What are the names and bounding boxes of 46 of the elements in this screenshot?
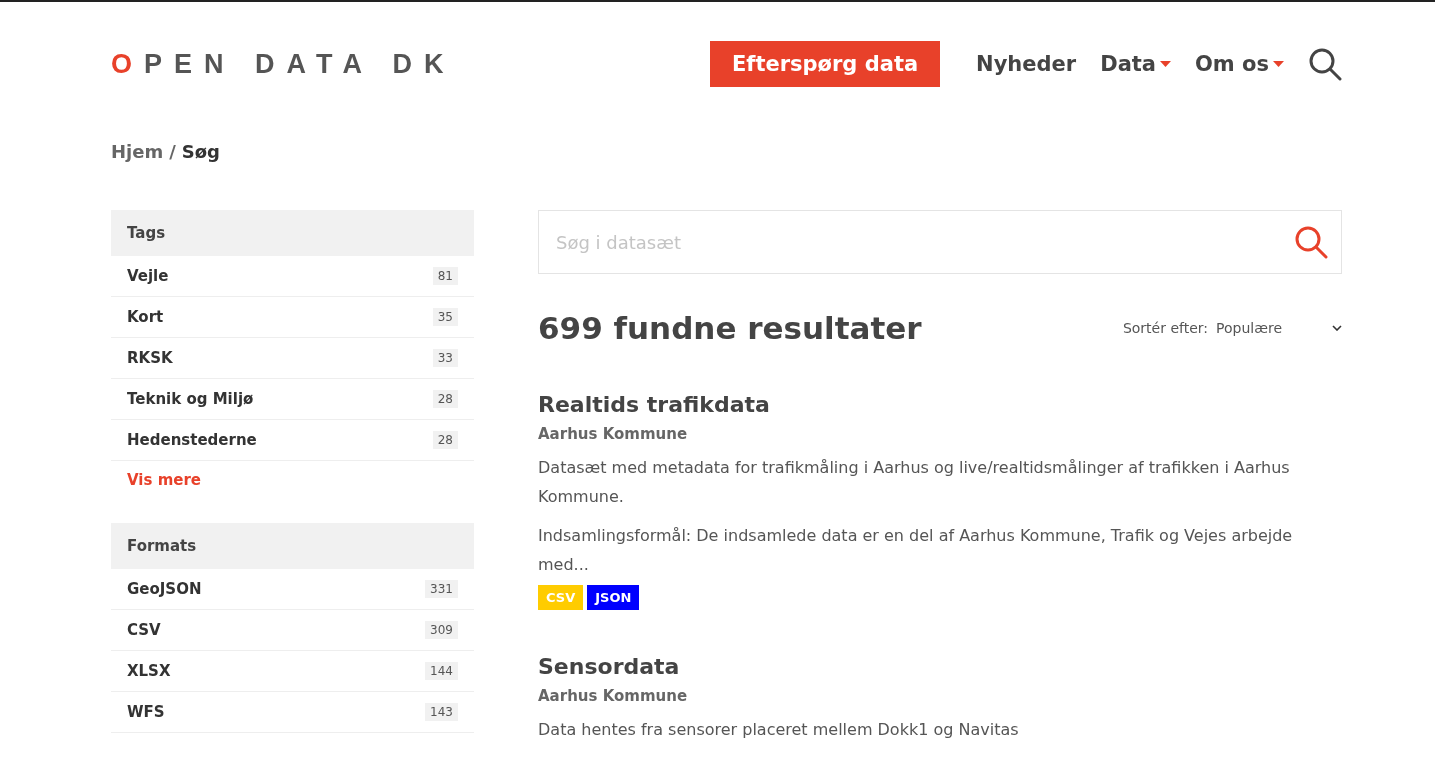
count-badge: 81: [432, 267, 458, 285]
dataset-description: Indsamlingsformål: De indsamlede data er en del af Aarhus Kommune, Trafik og Vejes arbejde med...: [538, 525, 1294, 576]
nav-link[interactable]: Nyheder: [976, 52, 1077, 76]
request-data-button[interactable]: Efterspørg data: [709, 41, 941, 87]
facet-header: Formats: [111, 523, 474, 569]
facet-item[interactable]: Vejle: [127, 267, 169, 285]
nav-link[interactable]: Om os: [1195, 52, 1284, 76]
count-badge: 144: [425, 662, 458, 680]
breadcrumb-link[interactable]: Hjem: [111, 141, 164, 162]
search-icon[interactable]: [1294, 225, 1328, 259]
caret-icon: [1160, 61, 1171, 67]
nav-link[interactable]: Data: [1100, 52, 1171, 76]
facet-item[interactable]: GeoJSON: [127, 580, 202, 598]
count-badge: 28: [432, 390, 458, 408]
publisher-name: Aarhus Kommune: [538, 687, 689, 705]
sort-label: Sortér efter:: [1122, 320, 1209, 336]
format-tag: JSON: [587, 585, 640, 610]
count-badge: 33: [432, 349, 458, 367]
site-logo[interactable]: OPEN DATA DK: [111, 48, 456, 80]
publisher-name: Aarhus Kommune: [538, 425, 689, 443]
results-count-heading: 699 fundne resultater: [538, 310, 922, 346]
chevron-down-icon: [1332, 325, 1342, 331]
facet-item[interactable]: RKSK: [127, 349, 173, 367]
count-badge: 35: [432, 308, 458, 326]
format-tag: CSV: [538, 585, 584, 610]
caret-icon: [1273, 61, 1284, 67]
facet-item[interactable]: Hedenstederne: [127, 431, 257, 449]
count-badge: 143: [425, 703, 458, 721]
count-badge: 331: [425, 580, 458, 598]
dataset-description: Data hentes fra sensorer placeret mellem Dokk1 og Navitas: [538, 719, 1020, 741]
show-more-link[interactable]: Vis mere: [111, 461, 474, 499]
facet-item[interactable]: Teknik og Miljø: [127, 390, 254, 408]
facet-item[interactable]: CSV: [127, 621, 161, 639]
dataset-title-link[interactable]: Realtids trafikdata: [538, 392, 1342, 417]
sort-dropdown[interactable]: Populære: [1216, 320, 1342, 336]
breadcrumb-separator: /: [169, 141, 176, 162]
count-badge: 309: [425, 621, 458, 639]
facet-item[interactable]: Kort: [127, 308, 164, 326]
facet-header: Tags: [111, 210, 474, 256]
dataset-description: Datasæt med metadata for trafikmåling i Aarhus og live/realtidsmålinger af trafikken i Aarhus Kommune.: [538, 457, 1291, 508]
count-badge: 28: [432, 431, 458, 449]
breadcrumb-link[interactable]: Søg: [181, 141, 220, 162]
dataset-title-link[interactable]: Sensordata: [538, 654, 1342, 679]
facet-item[interactable]: WFS: [127, 703, 165, 721]
facet-item[interactable]: XLSX: [127, 662, 171, 680]
search-icon[interactable]: [1308, 47, 1342, 81]
